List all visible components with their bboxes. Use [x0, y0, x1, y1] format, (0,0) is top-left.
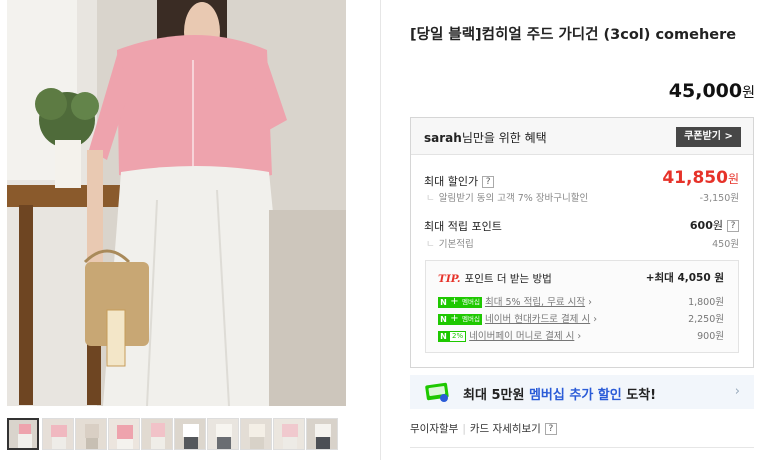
basic-points-value: 450원 — [712, 239, 739, 250]
tip-title: TIP. 포인트 더 받는 방법 — [438, 271, 552, 286]
product-title: [당일 블랙]컴히얼 주드 가디건 (3col) comehere — [410, 27, 737, 43]
naver-n-icon: N — [438, 297, 449, 308]
discount-note: ㄴ 알림받기 동의 고객 7% 장바구니할인 — [426, 193, 589, 204]
thumbnail[interactable] — [174, 418, 206, 450]
tip-badge: TIP. — [438, 273, 461, 285]
membership-coupon-icon — [424, 380, 450, 404]
user-name: sarah — [424, 131, 462, 145]
max-points-unit: 원 — [712, 219, 723, 232]
installment-link[interactable]: 무이자할부 — [410, 423, 458, 435]
tip-total: +최대 4,050 원 — [645, 272, 724, 284]
discount-note-text: 알림받기 동의 고객 7% 장바구니할인 — [438, 193, 589, 204]
thumbnail[interactable] — [75, 418, 107, 450]
benefit-header-suffix: 님만을 위한 혜택 — [461, 131, 547, 145]
tip-row-card[interactable]: N + 멤버십 네이버 현대카드로 결제 시 › — [438, 311, 597, 325]
membership-badge: 멤버십 — [460, 297, 482, 308]
thumbnail[interactable] — [7, 418, 39, 450]
basic-points-row: ㄴ 기본적립 — [426, 239, 474, 250]
chevron-right-icon: › — [590, 314, 598, 325]
chevron-right-icon: › — [585, 297, 592, 308]
price-unit: 원 — [742, 85, 755, 101]
max-discount-price-value: 41,850 — [662, 168, 728, 188]
product-price: 45,000원 — [669, 80, 755, 102]
tip-row-text[interactable]: 네이버 현대카드로 결제 시 — [485, 314, 590, 325]
max-discount-label: 최대 할인가 — [424, 175, 479, 188]
plus-icon: + — [449, 313, 460, 325]
chevron-right-icon: › — [574, 331, 582, 342]
tip-row-membership[interactable]: N + 멤버십 최대 5% 적립, 무료 시작 › — [438, 294, 592, 308]
coupon-button[interactable]: 쿠폰받기 > — [676, 127, 741, 147]
max-discount-price: 41,850원 — [662, 168, 739, 188]
divider — [410, 447, 754, 448]
tip-row-text[interactable]: 최대 5% 적립, 무료 시작 — [485, 297, 585, 308]
thumbnail[interactable] — [207, 418, 239, 450]
banner-suffix: 도착! — [626, 388, 657, 403]
membership-badge: 멤버십 — [460, 314, 482, 325]
max-points-value: 600원? — [690, 217, 739, 233]
card-detail-link[interactable]: 카드 자세히보기 — [470, 423, 541, 435]
thumbnail[interactable] — [42, 418, 74, 450]
chevron-right-icon: › — [734, 384, 740, 399]
help-icon[interactable]: ? — [544, 423, 557, 435]
thumbnail[interactable] — [306, 418, 338, 450]
help-icon[interactable]: ? — [727, 220, 739, 232]
thumbnail[interactable] — [141, 418, 173, 450]
product-info-panel: [당일 블랙]컴히얼 주드 가디건 (3col) comehere 45,000… — [382, 0, 773, 460]
price-value: 45,000 — [668, 80, 743, 102]
max-discount-label-row: 최대 할인가? — [424, 173, 495, 189]
tip-row-money[interactable]: N 2% 네이버페이 머니로 결제 시 › — [438, 328, 581, 342]
installment-links: 무이자할부 | 카드 자세히보기? — [410, 421, 557, 436]
plus-icon: + — [449, 296, 460, 308]
help-icon[interactable]: ? — [482, 176, 495, 188]
tip-row-value: 900원 — [697, 331, 724, 342]
naver-n-icon: N — [438, 314, 449, 325]
benefit-header-text: sarah님만을 위한 혜택 — [424, 129, 547, 146]
tip-title-text: 포인트 더 받는 방법 — [464, 273, 552, 285]
tip-row-text[interactable]: 네이버페이 머니로 결제 시 — [469, 331, 574, 342]
banner-highlight: 멤버십 추가 할인 — [528, 388, 622, 403]
tip-row-value: 1,800원 — [688, 297, 724, 308]
thumbnail[interactable] — [240, 418, 272, 450]
membership-banner[interactable]: 최대 5만원 멤버십 추가 할인 도착! › — [410, 375, 754, 409]
discount-note-value: -3,150원 — [699, 193, 739, 204]
main-product-image — [7, 0, 346, 406]
thumbnail[interactable] — [108, 418, 140, 450]
banner-prefix: 최대 5만원 — [463, 388, 525, 403]
thumbnail[interactable] — [273, 418, 305, 450]
max-points-label: 최대 적립 포인트 — [424, 220, 502, 233]
tip-row-value: 2,250원 — [688, 314, 724, 325]
max-discount-price-unit: 원 — [727, 172, 739, 186]
benefit-header: sarah님만을 위한 혜택 쿠폰받기 > — [411, 118, 753, 155]
product-gallery — [0, 0, 381, 460]
naver-n-icon: N — [438, 331, 449, 342]
tip-box: TIP. 포인트 더 받는 방법 +최대 4,050 원 N + 멤버십 최대 5% … — [425, 260, 739, 353]
max-points-number: 600 — [689, 219, 713, 232]
banner-text: 최대 5만원 멤버십 추가 할인 도착! — [463, 384, 656, 403]
percent-badge: 2% — [449, 331, 467, 342]
benefit-box: sarah님만을 위한 혜택 쿠폰받기 > 최대 할인가? 41,850원 ㄴ알… — [410, 117, 754, 368]
basic-points-label: 기본적립 — [438, 239, 474, 250]
